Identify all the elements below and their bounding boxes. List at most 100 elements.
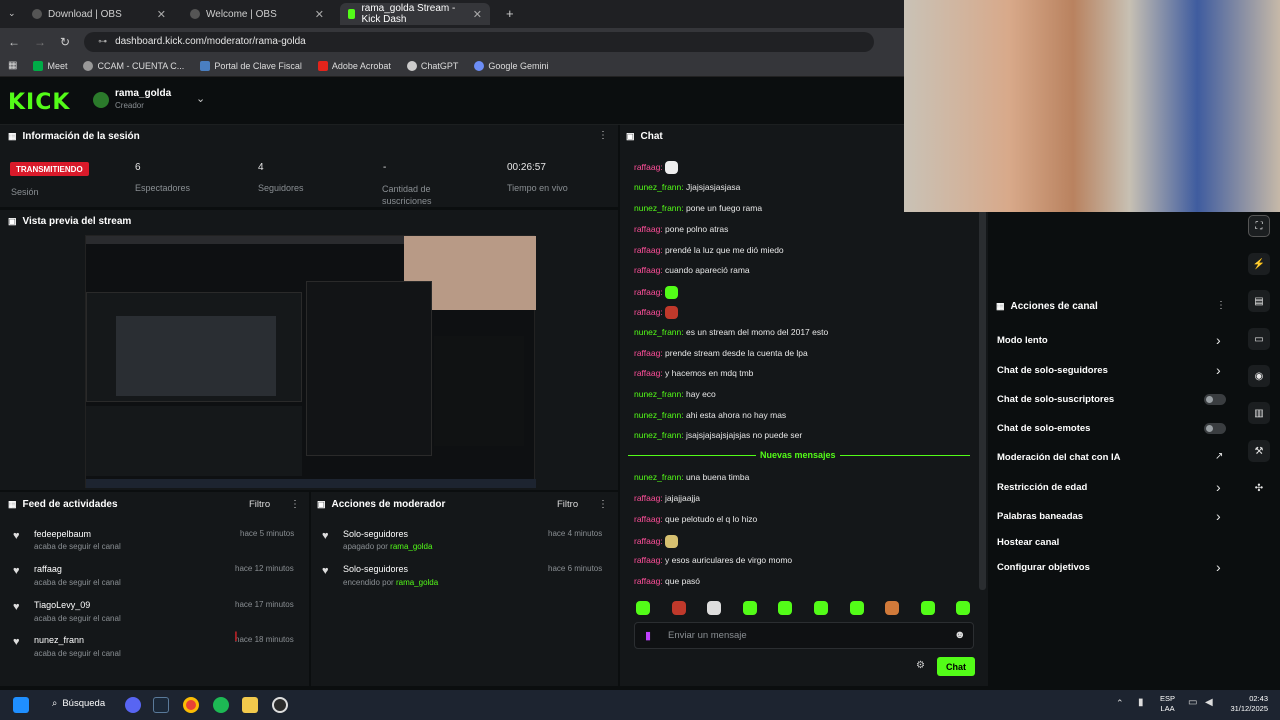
channel-action-item[interactable]: Chat de solo-seguidores [997,365,1108,376]
channel-switch-chevron-icon[interactable]: ⌄ [196,92,205,105]
chat-settings-gear-icon[interactable]: ⚙ [916,660,925,671]
tray-microphone-icon[interactable]: ▮ [1138,697,1144,708]
bookmark-clave-fiscal[interactable]: Portal de Clave Fiscal [200,60,302,71]
mod-action-user[interactable]: rama_golda [396,578,438,587]
session-more-icon[interactable]: ⋮ [598,130,608,141]
emote-button[interactable] [742,601,757,615]
chrome-icon[interactable] [183,697,199,713]
external-link-icon[interactable]: ↗ [1215,451,1223,462]
chat-username[interactable]: raffaag [634,265,660,275]
chat-username[interactable]: nunez_frann [634,182,681,192]
close-icon[interactable]: ✕ [473,8,482,21]
windows-start-icon[interactable] [13,697,29,713]
mod-more-icon[interactable]: ⋮ [598,499,608,510]
chat-username[interactable]: raffaag [634,162,660,172]
toggle-switch[interactable] [1204,394,1226,405]
lightning-icon[interactable]: ⚡ [1248,253,1270,275]
chat-username[interactable]: raffaag [634,493,660,503]
document-icon[interactable]: ▤ [1248,290,1270,312]
chevron-right-icon[interactable]: › [1216,559,1221,575]
activity-more-icon[interactable]: ⋮ [290,499,300,510]
emoji-picker-icon[interactable]: ☻ [954,629,966,641]
chevron-right-icon[interactable]: › [1216,508,1221,524]
bookmark-meet[interactable]: Meet [33,60,67,71]
tab-download-obs[interactable]: Download | OBS ✕ [24,3,174,25]
chat-username[interactable]: raffaag [634,555,660,565]
feed-user[interactable]: nunez_frann [34,635,84,645]
chat-username[interactable]: nunez_frann [634,203,681,213]
chat-username[interactable]: raffaag [634,307,660,317]
chat-username[interactable]: nunez_frann [634,410,681,420]
chevron-right-icon[interactable]: › [1216,332,1221,348]
channel-action-item[interactable]: Chat de solo-suscriptores [997,394,1114,405]
chat-username[interactable]: raffaag [634,368,660,378]
chat-username[interactable]: raffaag [634,576,660,586]
feed-user[interactable]: fedeepelbaum [34,529,91,539]
mod-action-user[interactable]: rama_golda [390,542,432,551]
spotify-icon[interactable] [213,697,229,713]
tray-chevron-up-icon[interactable]: ⌃ [1116,698,1124,709]
reload-icon[interactable]: ↻ [60,35,70,49]
file-explorer-icon[interactable] [242,697,258,713]
volume-icon[interactable]: ◀ [1205,697,1213,708]
stream-preview-video[interactable] [85,235,536,488]
network-icon[interactable]: ▭ [1188,697,1197,708]
channel-action-item[interactable]: Restricción de edad [997,482,1087,493]
puzzle-icon[interactable]: ✣ [1248,477,1270,499]
bookmark-gemini[interactable]: Google Gemini [474,60,548,71]
feed-user[interactable]: TiagoLevy_09 [34,600,90,610]
emote-button[interactable] [778,601,793,615]
channel-action-item[interactable]: Hostear canal [997,537,1059,548]
chat-username[interactable]: raffaag [634,536,660,546]
discord-icon[interactable] [125,697,141,713]
feed-user[interactable]: raffaag [34,564,62,574]
tab-list-chevron-icon[interactable]: ⌄ [8,8,16,19]
obs-icon[interactable] [272,697,288,713]
steam-icon[interactable] [153,697,169,713]
close-icon[interactable]: ✕ [157,8,166,21]
emote-button[interactable] [885,601,900,615]
emote-button[interactable] [636,601,650,615]
emote-button[interactable] [849,601,864,615]
tab-welcome-obs[interactable]: Welcome | OBS ✕ [182,3,332,25]
chat-username[interactable]: raffaag [634,514,660,524]
channel-action-item[interactable]: Palabras baneadas [997,511,1083,522]
bookmark-ccam[interactable]: CCAM - CUENTA C... [83,60,184,71]
emote-button[interactable] [814,601,828,615]
broadcast-icon[interactable]: ◉ [1248,365,1270,387]
back-arrow-icon[interactable]: ← [8,35,20,49]
layout-icon[interactable]: ▥ [1248,402,1270,424]
toggle-switch[interactable] [1204,423,1226,434]
chat-username[interactable]: raffaag [634,348,660,358]
emote-button[interactable] [920,601,935,615]
forward-arrow-icon[interactable]: → [34,35,46,49]
apps-grid-icon[interactable]: ▦ [8,60,17,71]
chat-username[interactable]: nunez_frann [634,327,681,337]
language-indicator[interactable]: ESP LAA [1160,694,1175,714]
bookmark-adobe[interactable]: Adobe Acrobat [317,60,391,71]
new-tab-plus-icon[interactable]: + [506,6,514,21]
address-bar[interactable]: ⊶ dashboard.kick.com/moderator/rama-gold… [84,31,875,52]
close-icon[interactable]: ✕ [315,8,324,21]
hammer-icon[interactable]: ⚒ [1248,440,1270,462]
channel-actions-more-icon[interactable]: ⋮ [1216,300,1226,311]
channel-action-item[interactable]: Moderación del chat con IA [997,452,1121,463]
bookmark-chatgpt[interactable]: ChatGPT [406,60,458,71]
channel-action-item[interactable]: Chat de solo-emotes [997,423,1090,434]
mod-filter-button[interactable]: Filtro [557,499,578,510]
chevron-right-icon[interactable]: › [1216,362,1221,378]
emote-button[interactable] [956,601,971,615]
site-info-icon[interactable]: ⊶ [98,36,107,47]
chat-scrollbar[interactable] [979,210,986,590]
chat-username[interactable]: raffaag [634,287,660,297]
chat-username[interactable]: raffaag [634,224,660,234]
kick-logo[interactable]: KICK [8,90,70,115]
chevron-right-icon[interactable]: › [1216,479,1221,495]
emote-button[interactable] [671,601,686,615]
chat-username[interactable]: nunez_frann [634,472,681,482]
chat-input-field[interactable]: ▮ Enviar un mensaje ☻ [634,622,974,649]
chat-username[interactable]: nunez_frann [634,389,681,399]
channel-action-item[interactable]: Configurar objetivos [997,562,1090,573]
chat-icon[interactable]: ▭ [1248,328,1270,350]
send-chat-button[interactable]: Chat [937,657,975,676]
